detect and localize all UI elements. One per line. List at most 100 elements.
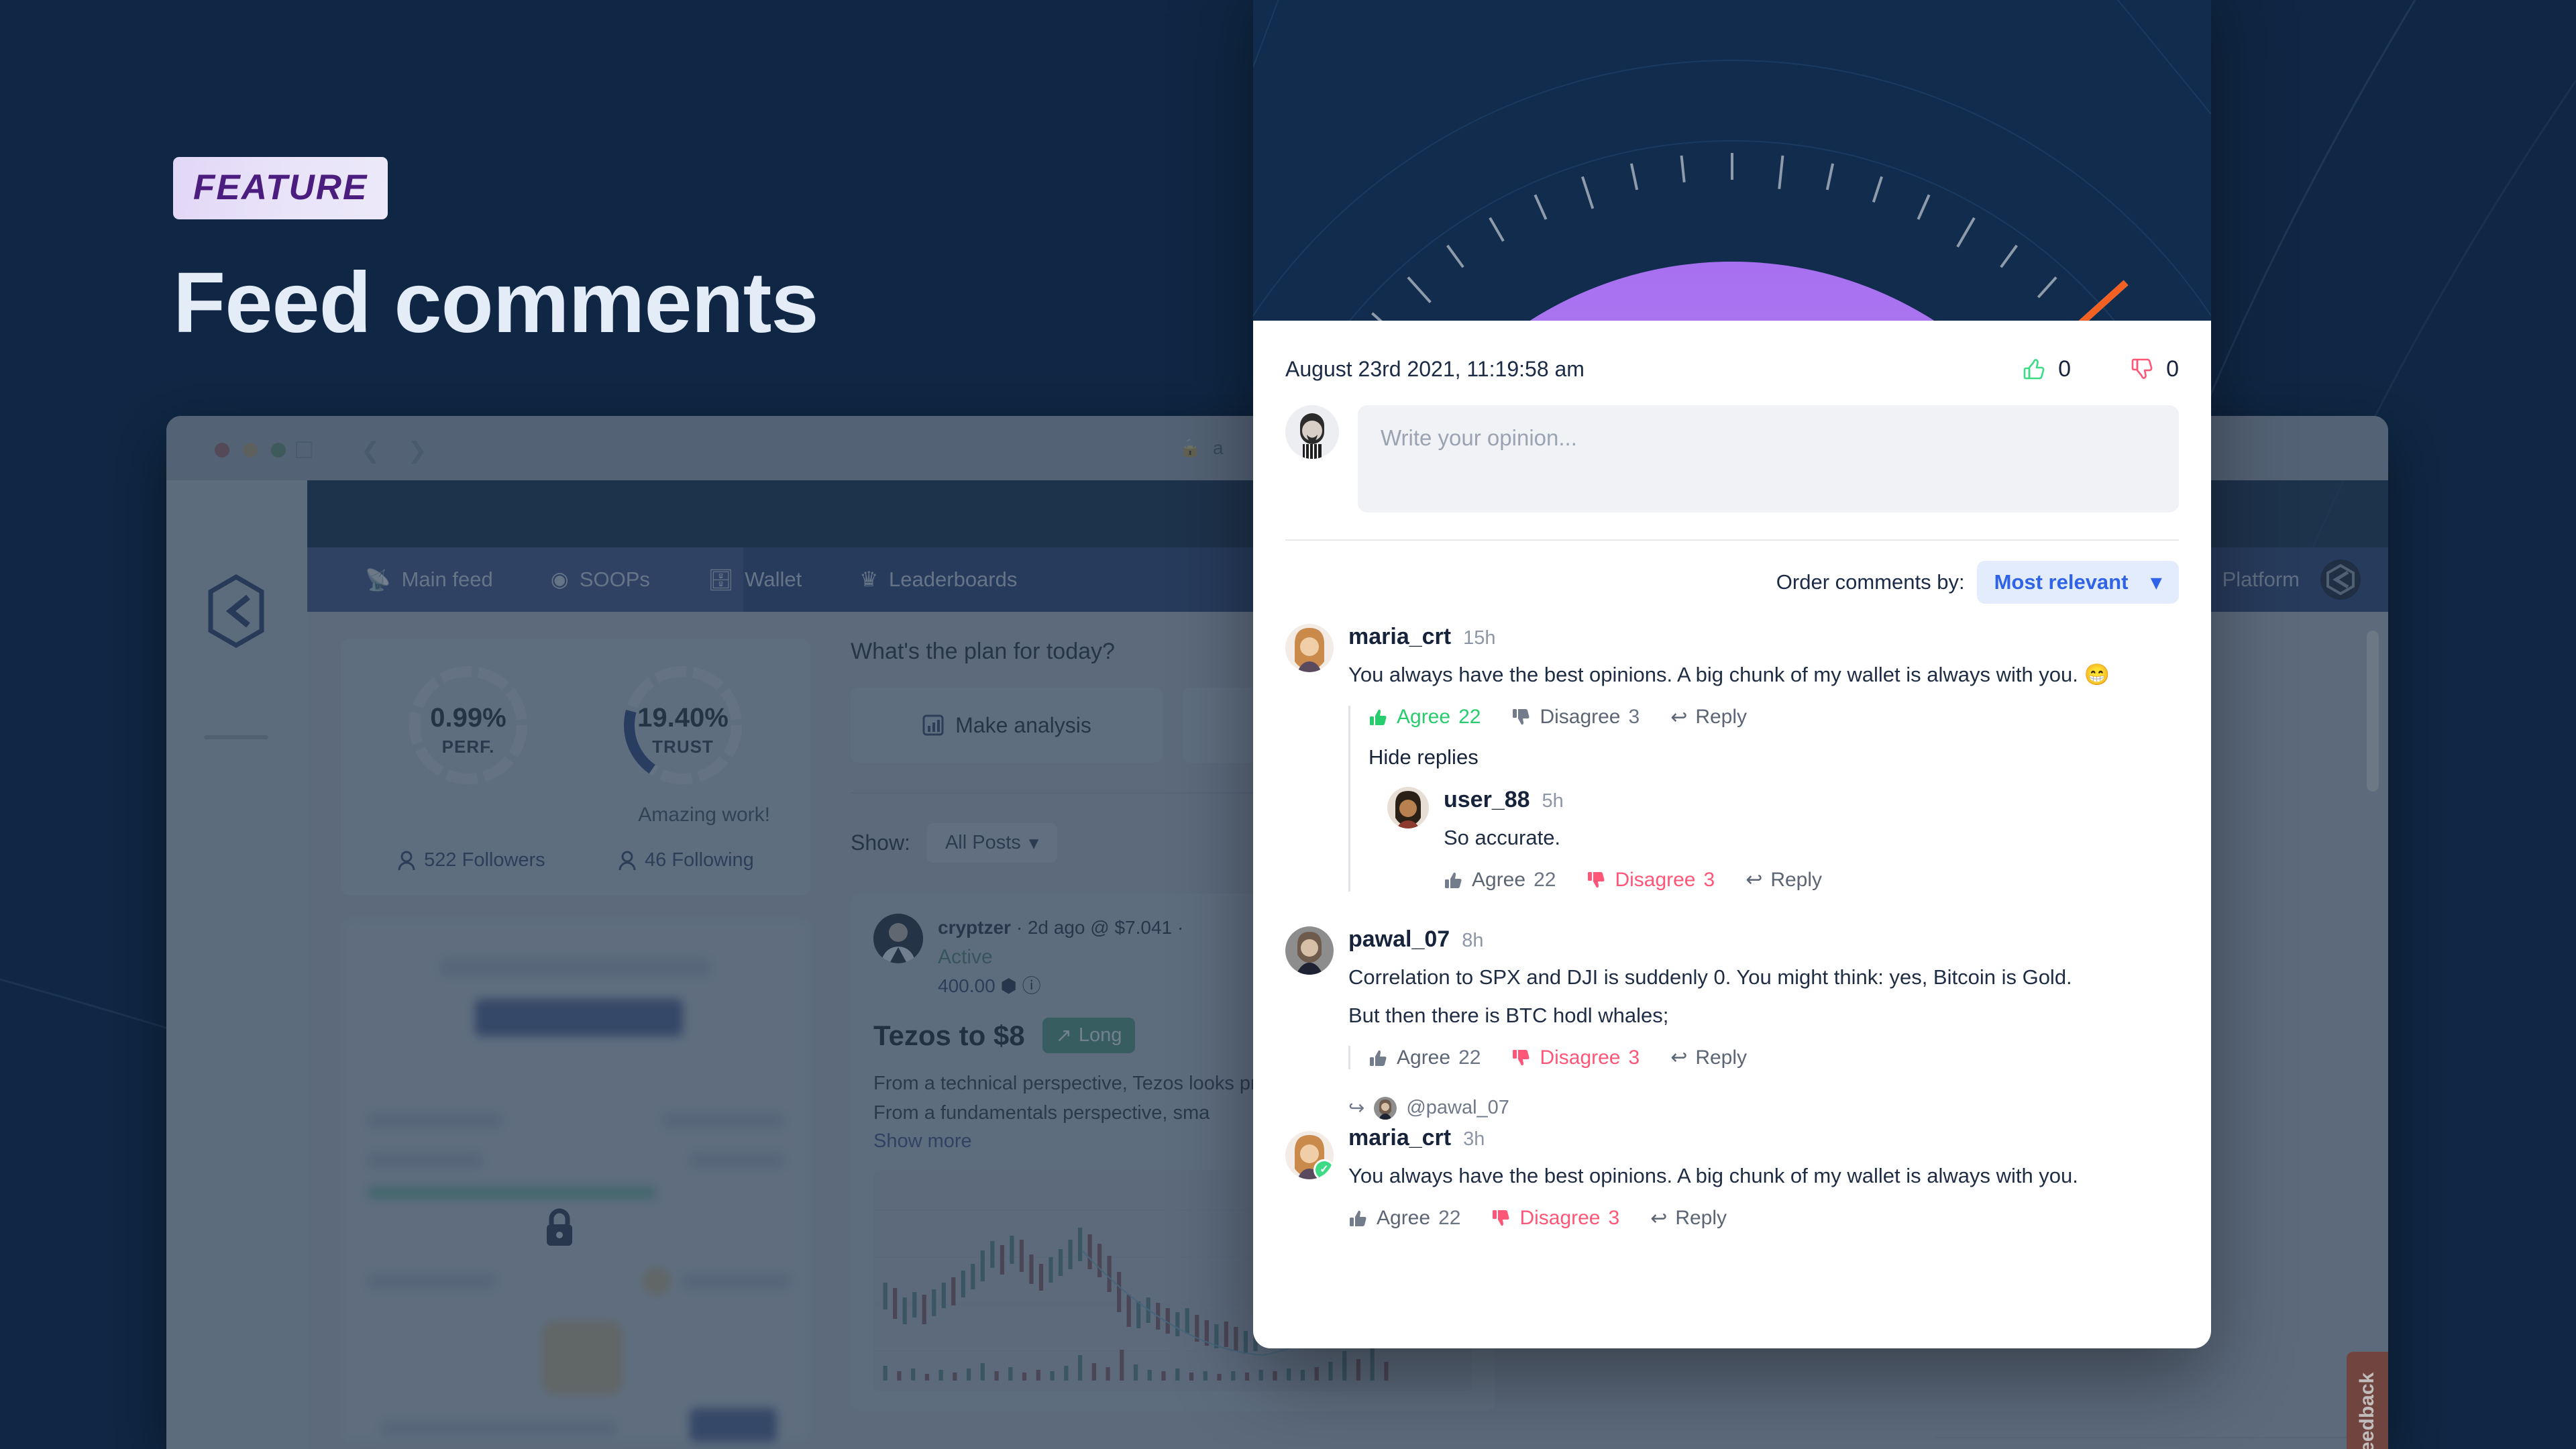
reply-context-user[interactable]: @pawal_07: [1406, 1097, 1509, 1119]
reply-label: Reply: [1695, 1046, 1748, 1069]
comment-author[interactable]: maria_crt: [1348, 1125, 1451, 1151]
comment-time: 15h: [1463, 627, 1496, 649]
thumbs-up-icon: [1370, 709, 1387, 725]
agree-button[interactable]: Agree 22: [1348, 1207, 1460, 1230]
performance-label: PERF.: [441, 737, 495, 757]
follow-stats: 522 Followers 46 Following: [361, 849, 790, 878]
user-icon: [619, 851, 636, 870]
post-direction-label: Long: [1078, 1024, 1122, 1046]
comment-input[interactable]: Write your opinion...: [1358, 405, 2179, 513]
info-icon[interactable]: ⓘ: [1022, 975, 1041, 996]
make-analysis-label: Make analysis: [955, 712, 1091, 737]
rss-icon: 📡: [365, 568, 391, 592]
stats-card: 0.99% PERF. 19.40% TRUST Amazing work! 5…: [341, 639, 810, 896]
agree-count: 22: [1458, 706, 1481, 728]
nav-item-soops[interactable]: ◉ SOOPs: [551, 568, 650, 592]
agree-count: 22: [1458, 1046, 1481, 1069]
reply-arrow-icon: ↩: [1670, 706, 1688, 729]
reply-label: Reply: [1695, 706, 1748, 728]
agree-label: Agree: [1397, 1046, 1451, 1069]
agree-button[interactable]: Agree 22: [1444, 869, 1556, 892]
avatar-image: [1387, 786, 1429, 828]
nav-right-label: Platform: [2222, 568, 2300, 591]
thumbs-down-icon: [1588, 871, 1605, 888]
make-analysis-button[interactable]: Make analysis: [851, 688, 1163, 763]
thumbs-up-icon: [2023, 359, 2045, 380]
chevron-left-icon[interactable]: ❮: [361, 437, 380, 464]
performance-donut: 0.99% PERF.: [405, 661, 532, 789]
agree-button[interactable]: Agree 22: [1368, 706, 1481, 729]
comment-header: pawal_07 8h: [1348, 926, 2179, 953]
post-author[interactable]: cryptzer: [938, 917, 1011, 938]
disagree-button[interactable]: Disagree 3: [1511, 1046, 1640, 1069]
trust-donut: 19.40% TRUST: [619, 661, 747, 789]
avatar[interactable]: [1285, 926, 1334, 975]
agree-button[interactable]: Agree 22: [1368, 1046, 1481, 1069]
comment-author[interactable]: user_88: [1444, 787, 1530, 813]
avatar[interactable]: [1387, 786, 1429, 828]
post-title: Tezos to $8: [873, 1019, 1025, 1051]
reply-label: Reply: [1675, 1207, 1727, 1229]
comments-list: maria_crt 15h You always have the best o…: [1253, 604, 2211, 1230]
comment-author[interactable]: pawal_07: [1348, 926, 1450, 953]
comment-author[interactable]: maria_crt: [1348, 624, 1451, 650]
comment-time: 5h: [1542, 790, 1564, 812]
chevron-down-icon: ▾: [1028, 833, 1039, 854]
disagree-button[interactable]: Disagree 3: [1511, 706, 1640, 729]
market-row-short[interactable]: ↘ Short: [1936, 1437, 2365, 1449]
avatar[interactable]: [1285, 624, 1334, 672]
window-controls[interactable]: [215, 443, 286, 458]
reply-context: ↪ @pawal_07: [1348, 1096, 2179, 1120]
nav-item-wallet[interactable]: 🗄 Wallet: [708, 568, 802, 592]
nav-item-leaderboards[interactable]: ♛ Leaderboards: [859, 568, 1017, 592]
show-label: Show:: [851, 830, 910, 855]
comment-item: pawal_07 8h Correlation to SPX and DJI i…: [1285, 926, 2179, 1069]
following-label: 46 Following: [645, 849, 754, 871]
nav-label: Wallet: [745, 568, 802, 591]
hide-replies-button[interactable]: Hide replies: [1368, 745, 2179, 769]
brand-logo-icon: [208, 574, 264, 648]
following-stat[interactable]: 46 Following: [618, 849, 754, 871]
address-bar-text: a: [1213, 437, 1224, 458]
post-meta-row: August 23rd 2021, 11:19:58 am 0 0: [1253, 321, 2211, 382]
disagree-count: 3: [1628, 1046, 1640, 1069]
close-window-dot[interactable]: [215, 443, 229, 458]
browser-scrollbar[interactable]: [2367, 631, 2379, 792]
avatar: [873, 914, 923, 963]
like-count: 0: [2058, 356, 2072, 382]
post-meta: cryptzer · 2d ago @ $7.041 · Active 400.…: [938, 914, 1183, 1000]
agree-label: Agree: [1472, 868, 1526, 891]
dislike-button[interactable]: 0: [2129, 356, 2179, 382]
post-direction-badge: ↗ Long: [1042, 1018, 1136, 1053]
show-filter-value: All Posts: [945, 832, 1021, 853]
comment-text: Correlation to SPX and DJI is suddenly 0…: [1348, 965, 2072, 989]
nav-item-main-feed[interactable]: 📡 Main feed: [365, 568, 493, 592]
followers-stat[interactable]: 522 Followers: [397, 849, 545, 871]
hero-block: FEATURE Feed comments: [173, 157, 818, 348]
feedback-tab[interactable]: Feedback: [2347, 1352, 2388, 1449]
reply-button[interactable]: ↩ Reply: [1670, 1046, 1747, 1069]
show-filter-select[interactable]: All Posts ▾: [926, 823, 1058, 863]
reply-button[interactable]: ↩ Reply: [1746, 868, 1822, 892]
comment-header: maria_crt 3h: [1348, 1125, 2179, 1151]
like-button[interactable]: 0: [2021, 356, 2071, 382]
reply-button[interactable]: ↩ Reply: [1670, 706, 1747, 729]
fullscreen-icon[interactable]: ☐: [294, 437, 314, 464]
avatar[interactable]: ✓: [1285, 1131, 1334, 1179]
disagree-button[interactable]: Disagree 3: [1491, 1207, 1619, 1230]
reply-button[interactable]: ↩ Reply: [1650, 1207, 1727, 1230]
disagree-button[interactable]: Disagree 3: [1587, 869, 1715, 892]
order-select[interactable]: Most relevant ▾: [1976, 561, 2179, 604]
lock-icon: 🔒: [1179, 437, 1201, 458]
agree-label: Agree: [1397, 706, 1451, 728]
thumbs-down-icon: [1493, 1210, 1509, 1226]
comment-text: You always have the best opinions. A big…: [1348, 663, 2110, 686]
comment-time: 8h: [1462, 930, 1484, 951]
lock-icon: [547, 1208, 572, 1246]
thumbs-down-icon: [1513, 1049, 1529, 1065]
maximize-window-dot[interactable]: [271, 443, 286, 458]
chevron-right-icon[interactable]: ❯: [408, 437, 427, 464]
nav-right-group[interactable]: Platform: [2222, 547, 2388, 612]
minimize-window-dot[interactable]: [243, 443, 258, 458]
comment-text: But then there is BTC hodl whales;: [1348, 1003, 1669, 1027]
